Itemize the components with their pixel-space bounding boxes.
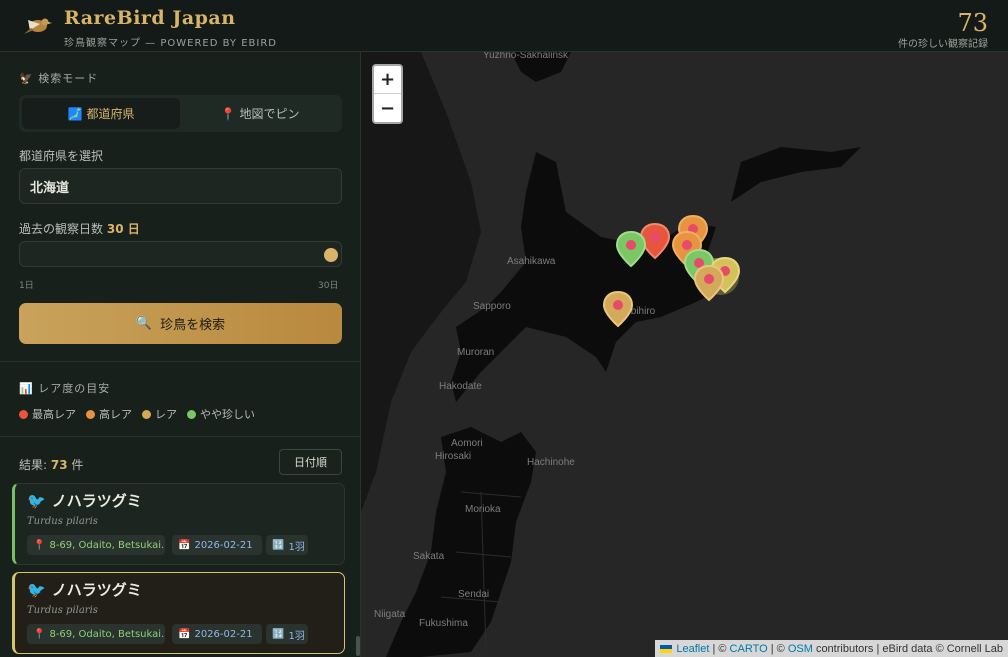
total-count-label: 件の珍しい観察記録 xyxy=(898,39,988,50)
map-view[interactable]: Yuzhno-Sakhalinsk Asahikawa Sapporo Obih… xyxy=(361,52,1008,657)
magnifier-icon: 🔍 xyxy=(135,316,153,331)
map-attribution: Leaflet | © CARTO | © OSM contributors |… xyxy=(655,640,1008,657)
slider-max-label: 30日 xyxy=(318,281,339,291)
rarity-dot xyxy=(86,409,95,419)
hokkaido-land xyxy=(451,152,726,402)
place-label: Hachinohe xyxy=(527,457,575,468)
place-label: Fukushima xyxy=(419,618,468,629)
legend-item: 高レア xyxy=(86,406,132,422)
place-label: Hakodate xyxy=(439,381,482,392)
rarity-legend: 最高レア 高レア レア やや珍しい xyxy=(19,406,255,422)
place-label: Sapporo xyxy=(473,301,511,312)
days-label: 過去の観察日数 30 日 xyxy=(19,222,140,236)
card-scientific-name: Turdus pilaris xyxy=(27,605,98,616)
ukraine-flag-icon xyxy=(660,644,673,653)
pin-icon: 📍 xyxy=(33,628,46,640)
rarity-heading: 📊 レア度の目安 xyxy=(19,382,111,395)
bird-icon: 🐦 xyxy=(27,580,46,599)
calendar-icon: 📅 xyxy=(178,628,191,640)
chart-icon: 📊 xyxy=(19,382,34,395)
location-chip: 📍 8-69, Odaito, Betsukai... xyxy=(27,535,165,555)
place-label: Sendai xyxy=(458,589,489,600)
zoom-out-button[interactable]: − xyxy=(374,94,401,122)
card-title: 🐦 ノハラツグミ xyxy=(27,580,142,600)
legend-item: やや珍しい xyxy=(187,406,255,422)
zoom-in-button[interactable]: + xyxy=(374,66,401,94)
carto-link[interactable]: CARTO xyxy=(730,643,768,655)
pin-icon: 📍 xyxy=(33,539,46,551)
place-label: Muroran xyxy=(457,347,494,358)
legend-item: 最高レア xyxy=(19,406,76,422)
search-mode-heading: 🦅 検索モード xyxy=(19,72,99,85)
map-icon: 🗾 xyxy=(67,106,83,121)
number-icon: 🔢 xyxy=(272,628,285,640)
leaflet-link[interactable]: Leaflet xyxy=(676,643,709,655)
card-title: 🐦 ノハラツグミ xyxy=(27,491,142,511)
sidebar-scrollbar[interactable] xyxy=(356,636,360,656)
number-icon: 🔢 xyxy=(272,539,285,551)
mode-pin-button[interactable]: 📍 地図でピン xyxy=(181,98,339,129)
mode-prefecture-button[interactable]: 🗾 都道府県 xyxy=(22,98,180,129)
date-chip: 📅 2026-02-21 xyxy=(172,535,262,555)
app-header: RareBird Japan 珍鳥観察マップ — POWERED BY EBIR… xyxy=(0,0,1008,52)
legend-item: レア xyxy=(142,406,177,422)
days-slider[interactable] xyxy=(19,241,342,267)
slider-thumb[interactable] xyxy=(324,248,338,262)
sort-button[interactable]: 日付順 xyxy=(279,449,342,475)
count-chip: 🔢 1羽 xyxy=(266,535,308,555)
calendar-icon: 📅 xyxy=(178,539,191,551)
place-label: Asahikawa xyxy=(507,256,556,267)
divider xyxy=(0,436,360,437)
place-label: Hirosaki xyxy=(435,451,471,462)
osm-link[interactable]: OSM xyxy=(788,643,813,655)
prefecture-select[interactable]: 北海道 xyxy=(19,168,342,204)
bird-logo-icon xyxy=(24,18,52,34)
slider-min-label: 1日 xyxy=(19,281,34,291)
results-count: 結果: 73 件 xyxy=(19,458,84,472)
map-canvas: Yuzhno-Sakhalinsk Asahikawa Sapporo Obih… xyxy=(361,52,861,657)
search-button[interactable]: 🔍 珍鳥を検索 xyxy=(19,303,342,344)
divider xyxy=(0,361,360,362)
result-card-selected[interactable]: 🐦 ノハラツグミ Turdus pilaris 📍 8-69, Odaito, B… xyxy=(12,572,345,654)
place-label: Niigata xyxy=(374,609,406,620)
place-label: Yuzhno-Sakhalinsk xyxy=(483,52,569,61)
total-count: 73 xyxy=(957,9,988,37)
prefecture-label: 都道府県を選択 xyxy=(19,149,104,163)
place-label: Morioka xyxy=(465,504,501,515)
rarity-dot xyxy=(142,409,151,419)
rarity-dot xyxy=(187,409,196,419)
kuril-islands xyxy=(731,147,861,202)
location-chip: 📍 8-69, Odaito, Betsukai... xyxy=(27,624,165,644)
bird-small-icon: 🦅 xyxy=(19,72,34,85)
card-scientific-name: Turdus pilaris xyxy=(27,516,98,527)
bird-icon: 🐦 xyxy=(27,491,46,510)
days-value: 30 日 xyxy=(106,222,140,236)
rarity-dot xyxy=(19,409,28,419)
place-label: Aomori xyxy=(451,438,483,449)
app-subtitle: 珍鳥観察マップ — POWERED BY EBIRD xyxy=(64,38,277,49)
result-card[interactable]: 🐦 ノハラツグミ Turdus pilaris 📍 8-69, Odaito, B… xyxy=(12,483,345,565)
zoom-control: + − xyxy=(372,64,403,124)
pin-icon: 📍 xyxy=(220,106,236,121)
app-title: RareBird Japan xyxy=(64,7,236,29)
date-chip: 📅 2026-02-21 xyxy=(172,624,262,644)
sidebar: 🦅 検索モード 🗾 都道府県 📍 地図でピン 都道府県を選択 北海道 過去の観察… xyxy=(0,52,361,657)
search-mode-toggle: 🗾 都道府県 📍 地図でピン xyxy=(19,95,342,132)
count-chip: 🔢 1羽 xyxy=(266,624,308,644)
place-label: Sakata xyxy=(413,551,445,562)
